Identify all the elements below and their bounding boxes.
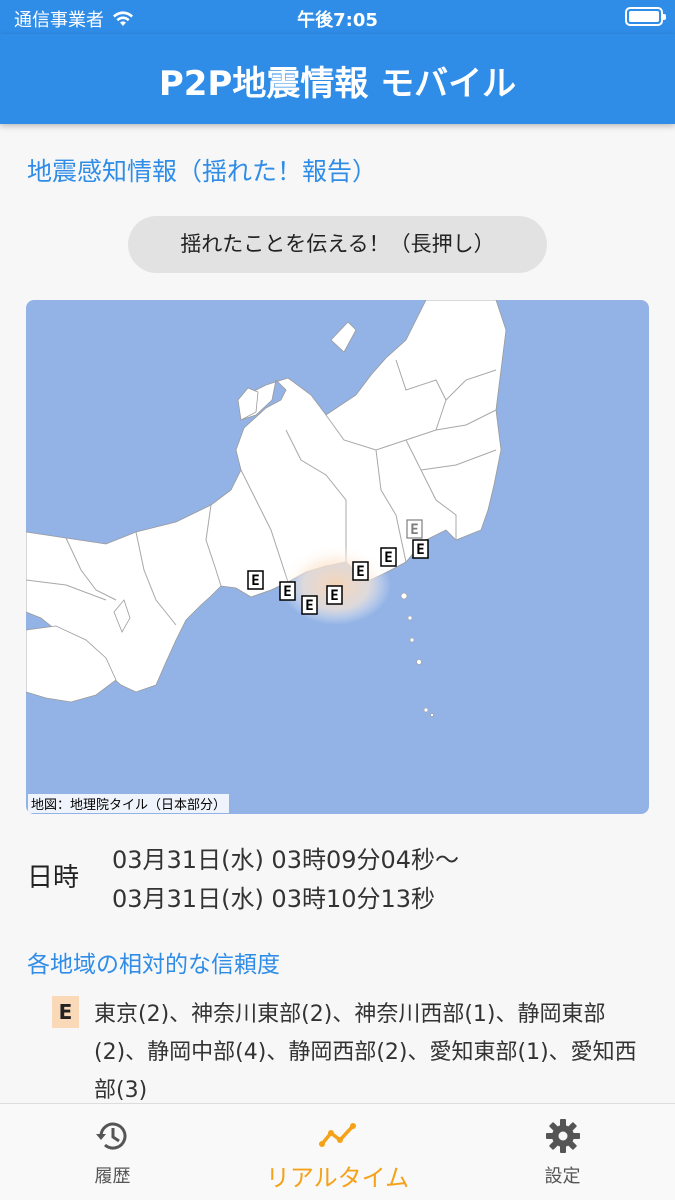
svg-text:E: E xyxy=(416,542,424,558)
intensity-glow xyxy=(281,545,391,625)
report-section-title: 地震感知情報（揺れた！報告） xyxy=(27,157,378,186)
svg-text:E: E xyxy=(356,564,364,580)
tab-history[interactable]: 履歴 xyxy=(0,1104,225,1200)
status-time: 午後7:05 xyxy=(297,10,378,31)
history-icon xyxy=(95,1122,126,1150)
tab-realtime-label: リアルタイム xyxy=(265,1164,410,1192)
datetime-end: 03月31日(水) 03時10分13秒 xyxy=(112,885,436,913)
map-marker: E xyxy=(406,519,423,539)
tab-bar: 履歴 リアルタイム 設定 xyxy=(0,1103,675,1200)
svg-text:E: E xyxy=(283,584,291,600)
map-credit: 地図：地理院タイル（日本部分） xyxy=(28,794,230,813)
app-title: P2P地震情報 モバイル xyxy=(158,64,517,104)
app-bar: P2P地震情報 モバイル xyxy=(0,34,675,124)
datetime-label: 日時 xyxy=(27,863,80,893)
gear-icon xyxy=(545,1119,580,1153)
report-shaking-button[interactable]: 揺れたことを伝える！（長押し） xyxy=(128,216,547,273)
svg-text:E: E xyxy=(410,522,418,538)
map-marker: E xyxy=(247,570,264,590)
svg-text:E: E xyxy=(384,550,392,566)
izu-islands xyxy=(400,592,434,717)
map-marker: E xyxy=(352,561,369,581)
map-marker: E xyxy=(279,581,296,601)
svg-text:E: E xyxy=(305,598,313,614)
map-canvas: E E E E E E E E xyxy=(26,300,507,717)
tab-settings[interactable]: 設定 xyxy=(450,1104,675,1200)
datetime-start: 03月31日(水) 03時09分04秒～ xyxy=(112,846,460,874)
earthquake-map[interactable]: E E E E E E E E 地図：地理院タイル（日本部分） xyxy=(26,300,649,814)
map-marker: E xyxy=(380,547,397,567)
map-marker: E xyxy=(412,539,429,559)
land-sado xyxy=(330,321,357,353)
tab-history-label: 履歴 xyxy=(94,1166,131,1187)
reliability-regions: 東京(2)、神奈川東部(2)、神奈川西部(1)、静岡東部(2)、静岡中部(4)、… xyxy=(94,1002,637,1103)
map-marker: E xyxy=(326,585,343,605)
tab-settings-label: 設定 xyxy=(544,1166,581,1187)
chart-line-icon xyxy=(318,1123,356,1147)
reliability-marker-icon: E xyxy=(52,996,79,1028)
map-marker: E xyxy=(301,595,318,615)
svg-text:E: E xyxy=(251,573,259,589)
reliability-section-title: 各地域の相対的な信頼度 xyxy=(27,952,280,978)
status-bar: 通信事業者 午後7:05 xyxy=(0,0,675,34)
svg-text:E: E xyxy=(330,588,338,604)
battery-icon xyxy=(625,7,666,26)
tab-realtime[interactable]: リアルタイム xyxy=(225,1104,450,1200)
